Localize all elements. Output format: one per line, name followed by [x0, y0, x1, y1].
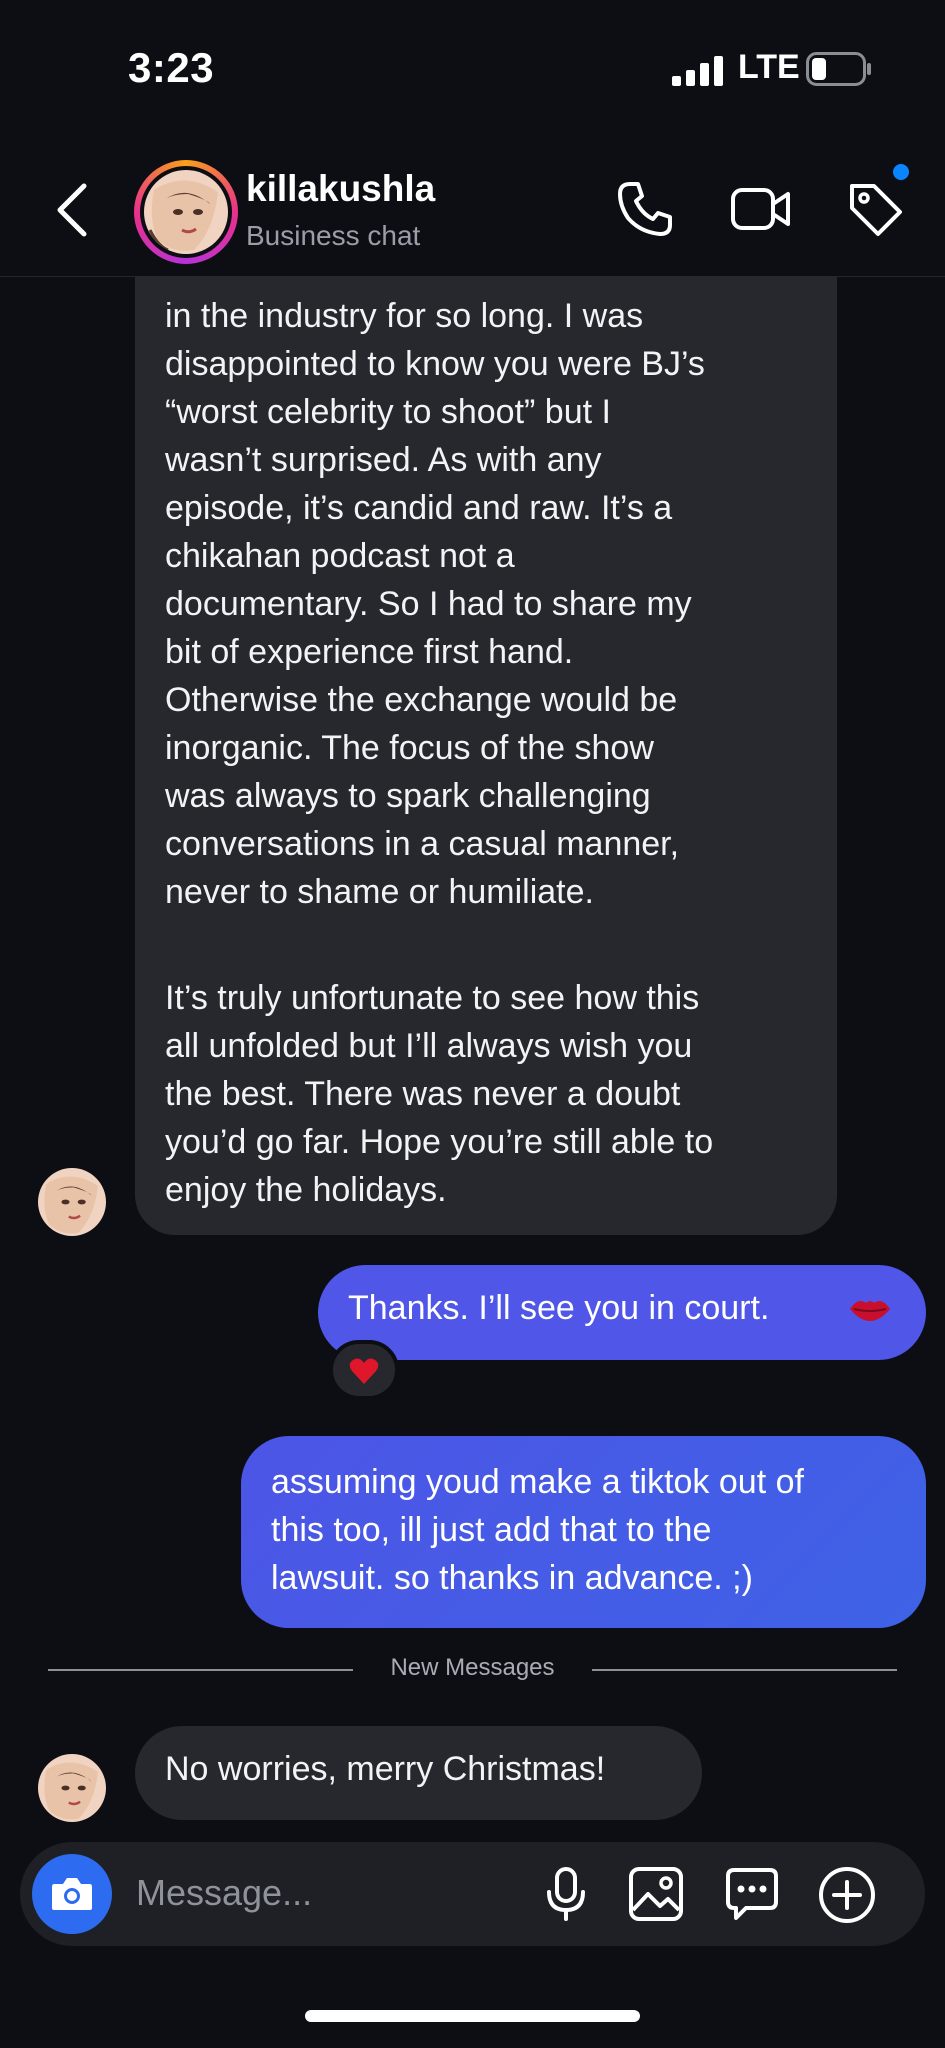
new-messages-divider: New Messages	[48, 1652, 897, 1686]
message-line: lawsuit. so thanks in advance. ;)	[271, 1559, 753, 1597]
home-indicator[interactable]	[305, 2010, 640, 2022]
chat-header: killakushla Business chat	[0, 140, 945, 277]
avatar-illustration	[144, 170, 228, 254]
message-line: enjoy the holidays.	[165, 1171, 447, 1209]
message-line: this too, ill just add that to the	[271, 1511, 712, 1549]
message-line: chikahan podcast not a	[165, 537, 515, 575]
kiss-mark-icon	[850, 1301, 890, 1321]
new-messages-label: New Messages	[390, 1654, 555, 1681]
message-text: No worries, merry Christmas!	[165, 1750, 606, 1788]
message-line: all unfolded but I’ll always wish you	[165, 1027, 693, 1065]
chat-options-icon[interactable]	[724, 1866, 780, 1922]
contact-name[interactable]: killakushla	[246, 168, 435, 210]
message-line: was always to spark challenging	[165, 777, 651, 815]
message-line: you’d go far. Hope you’re still able to	[165, 1123, 714, 1161]
message-line: episode, it’s candid and raw. It’s a	[165, 489, 673, 527]
status-time: 3:23	[128, 44, 215, 91]
message-line: in the industry for so long. I was	[165, 297, 644, 335]
gallery-icon[interactable]	[628, 1866, 684, 1922]
add-icon[interactable]	[818, 1866, 876, 1924]
incoming-message-bubble[interactable]: in the industry for so long. I was disap…	[135, 276, 837, 1235]
message-line: It’s truly unfortunate to see how this	[165, 979, 700, 1017]
incoming-message-bubble[interactable]: No worries, merry Christmas!	[135, 1726, 702, 1820]
phone-call-icon[interactable]	[616, 180, 674, 238]
camera-icon	[52, 1878, 92, 1910]
sender-avatar[interactable]	[38, 1754, 106, 1822]
message-line: conversations in a casual manner,	[165, 825, 680, 863]
message-line: wasn’t surprised. As with any	[165, 441, 602, 479]
message-line: assuming youd make a tiktok out of	[271, 1463, 804, 1501]
profile-avatar[interactable]	[134, 160, 238, 264]
status-bar: 3:23 LTE	[0, 0, 945, 120]
message-line: disappointed to know you were BJ’s	[165, 345, 705, 383]
sender-avatar[interactable]	[38, 1168, 106, 1236]
message-line: never to shame or humiliate.	[165, 873, 594, 911]
message-line: bit of experience first hand.	[165, 633, 574, 671]
message-composer: Message...	[20, 1842, 925, 1946]
heart-reaction[interactable]	[329, 1340, 399, 1400]
heart-icon	[349, 1358, 379, 1384]
microphone-icon[interactable]	[542, 1866, 590, 1922]
outgoing-message-bubble[interactable]: assuming youd make a tiktok out of this …	[241, 1436, 926, 1628]
tag-icon[interactable]	[846, 180, 904, 238]
message-input[interactable]: Message...	[136, 1872, 312, 1914]
network-type: LTE	[738, 48, 800, 86]
message-line: “worst celebrity to shoot” but I	[165, 393, 611, 431]
message-line: the best. There was never a doubt	[165, 1075, 681, 1113]
message-line: inorganic. The focus of the show	[165, 729, 654, 767]
signal-icon	[672, 56, 723, 86]
message-text: Thanks. I’ll see you in court.	[348, 1289, 770, 1327]
outgoing-message-bubble[interactable]: Thanks. I’ll see you in court.	[318, 1265, 926, 1360]
camera-button[interactable]	[32, 1854, 112, 1934]
video-call-icon[interactable]	[730, 180, 792, 238]
battery-icon	[806, 52, 871, 86]
message-line: documentary. So I had to share my	[165, 585, 692, 623]
message-line: Otherwise the exchange would be	[165, 681, 678, 719]
contact-subtitle: Business chat	[246, 220, 421, 251]
back-arrow-icon[interactable]	[52, 180, 92, 240]
notification-dot	[893, 164, 909, 180]
